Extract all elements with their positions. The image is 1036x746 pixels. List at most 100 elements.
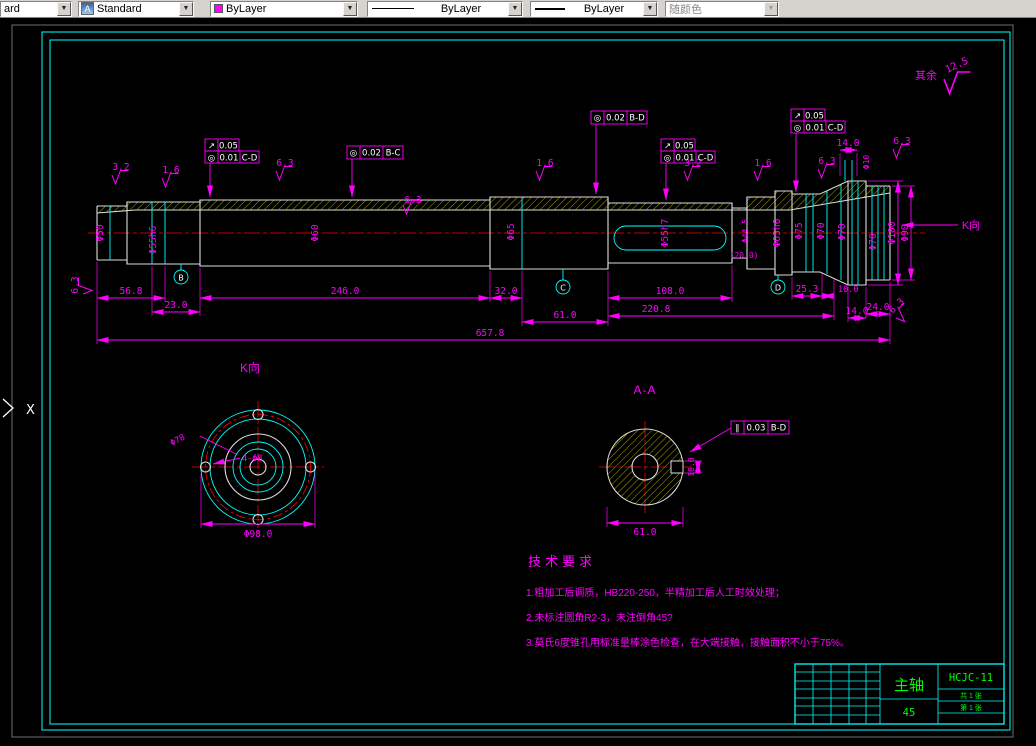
dim-label: 220.8: [642, 304, 671, 315]
gdt-datum-ref: B-D: [629, 114, 645, 124]
sheet-info: 第 1 张: [960, 703, 982, 712]
dim-label: 61.0: [554, 310, 577, 321]
gdt-value: 0.05: [219, 142, 238, 152]
lineweight-sample-icon: [535, 7, 565, 10]
gdt-datum-ref: B-D: [771, 424, 787, 434]
dia-label: Φ60: [310, 224, 321, 241]
dia-label: Φ50: [95, 224, 106, 241]
gdt-value: 0.03: [747, 424, 766, 434]
k-view-title: K向: [240, 360, 260, 375]
drawing-viewport[interactable]: X B C D 56.8 23.0 246.0 32.0 61.0 108.0 …: [0, 0, 1036, 746]
gdt-datum-ref: C-D: [698, 154, 714, 164]
gdt-symbol: ◎: [208, 154, 215, 164]
gdt-value: 0.01: [676, 154, 695, 164]
part-name: 主轴: [894, 677, 924, 694]
gdt-symbol: ◎: [594, 114, 601, 124]
dia-label: Φ70: [868, 233, 879, 250]
datum-c-label: C: [560, 284, 566, 293]
gdt-datum-ref: C-D: [828, 124, 844, 134]
dia-label: Φ10: [862, 155, 871, 170]
roughness-label: 1.6: [754, 158, 771, 169]
dim-label: 24.0: [867, 302, 890, 313]
plotstyle-combo[interactable]: 随颜色 ▼: [665, 0, 779, 17]
dim-label: 14.0: [837, 138, 860, 149]
dia-label: Φ44.5: [741, 219, 750, 243]
dimstyle-combo[interactable]: ard ▼: [0, 0, 72, 17]
aa-view-title: A-A: [633, 383, 656, 397]
color-swatch-icon: [214, 4, 223, 13]
surplus-label: 其余: [915, 68, 937, 82]
dim-label: 56.8: [120, 286, 143, 297]
tech-line: 1.粗加工后调质，HB220-250，半精加工后人工时效处理；: [526, 586, 785, 599]
gdt-datum-ref: B-C: [386, 149, 401, 159]
dia-label: Φ65h6: [772, 218, 783, 247]
lineweight-value: ByLayer: [583, 2, 625, 15]
chevron-down-icon[interactable]: ▼: [643, 1, 657, 16]
dia-label: Φ55h6: [148, 225, 159, 254]
datum-d-label: D: [775, 284, 781, 293]
gdt-value: 0.02: [362, 149, 381, 159]
dim-label: (20.0): [730, 251, 759, 260]
text-style-icon: A: [81, 2, 94, 15]
chevron-down-icon[interactable]: ▼: [179, 1, 193, 16]
gdt-symbol: ∥: [735, 424, 739, 434]
linetype-value: ByLayer: [440, 2, 482, 15]
aa-dim-label: 18.0: [687, 457, 696, 476]
dim-label: 108.0: [656, 286, 685, 297]
chevron-down-icon: ▼: [764, 1, 778, 16]
sheet-info: 共 1 张: [960, 691, 982, 700]
aa-dim-label: 61.0: [634, 527, 657, 538]
dia-label: Φ70: [837, 223, 848, 240]
chevron-down-icon[interactable]: ▼: [57, 1, 71, 16]
dia-label: Φ70: [816, 222, 827, 239]
gdt-symbol: ◎: [794, 124, 801, 134]
material-label: 45: [903, 707, 916, 719]
roughness-label: 6.3: [404, 195, 421, 206]
roughness-label: 6.3: [818, 156, 835, 167]
tech-line: 2.未标注圆角R2-3，未注倒角45?: [526, 611, 673, 624]
dim-label: 657.8: [476, 328, 505, 339]
dim-label: 10.0: [838, 285, 858, 295]
gdt-value: 0.01: [806, 124, 825, 134]
k-direction-label: K向: [962, 218, 980, 232]
chevron-down-icon[interactable]: ▼: [343, 1, 357, 16]
gdt-value: 0.02: [606, 114, 625, 124]
x-axis-label: X: [26, 403, 35, 418]
linetype-sample-icon: [372, 8, 414, 9]
roughness-label: 6.3: [70, 276, 81, 293]
gdt-value: 0.05: [675, 142, 694, 152]
color-value: ByLayer: [226, 2, 267, 15]
roughness-label: 6.3: [893, 136, 910, 147]
dimstyle-value: ard: [4, 2, 20, 15]
chevron-down-icon[interactable]: ▼: [508, 1, 522, 16]
dia-label: Φ75: [794, 222, 805, 239]
text-style-combo[interactable]: A Standard ▼: [78, 0, 194, 17]
model-space-background[interactable]: [0, 18, 1036, 746]
dia-label: Φ100: [887, 221, 898, 244]
roughness-label: 1.6: [162, 165, 179, 176]
linetype-combo[interactable]: ByLayer ▼: [367, 0, 523, 17]
gdt-value: 0.01: [220, 154, 239, 164]
lineweight-combo[interactable]: ByLayer ▼: [530, 0, 658, 17]
color-combo[interactable]: ByLayer ▼: [210, 0, 358, 17]
roughness-label: 3.2: [112, 162, 129, 173]
dia-label: Φ55h7: [660, 219, 671, 248]
k-dim-label: 4-Φ8: [242, 454, 262, 464]
text-style-value: Standard: [97, 2, 142, 15]
gdt-datum-ref: C-D: [242, 154, 258, 164]
toolbar: ard ▼ A Standard ▼ ByLayer ▼ ByLayer ▼ B…: [0, 0, 1036, 18]
gdt-symbol: ↗: [664, 142, 671, 152]
drawing-number: HCJC-11: [949, 672, 993, 684]
dim-label: 32.0: [495, 286, 518, 297]
roughness-label: 6.3: [276, 158, 293, 169]
gdt-symbol: ↗: [794, 112, 801, 122]
datum-b-label: B: [178, 274, 184, 283]
dia-label: Φ90: [900, 224, 911, 241]
keyway-section: [670, 460, 684, 474]
tech-line: 3.莫氏6度锥孔用标准量棒涂色检查，在大端接触，接触面积不小于75%。: [526, 636, 850, 649]
gdt-symbol: ↗: [208, 142, 215, 152]
plotstyle-value: 随颜色: [669, 3, 702, 16]
dim-label: 23.0: [165, 300, 188, 311]
k-dim-label: Φ98.0: [244, 529, 273, 540]
dia-label: Φ65: [506, 223, 517, 240]
